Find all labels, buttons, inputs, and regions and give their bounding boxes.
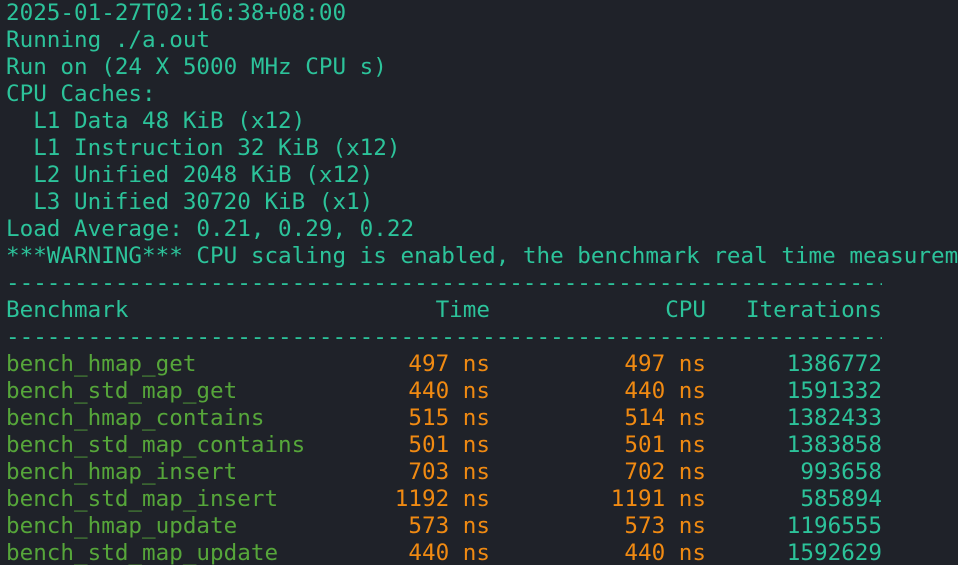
benchmark-time: 703 ns [408, 459, 490, 485]
l3-unified-line: L3 Unified 30720 KiB (x1) [6, 189, 374, 215]
benchmark-cpu: 573 ns [624, 513, 706, 539]
benchmark-name: bench_hmap_get [6, 351, 197, 377]
benchmark-iterations: 585894 [800, 486, 882, 512]
timestamp-line: 2025-01-27T02:16:38+08:00 [6, 0, 347, 26]
benchmark-cpu: 497 ns [624, 351, 706, 377]
benchmark-cpu: 440 ns [624, 540, 706, 565]
benchmark-time: 573 ns [408, 513, 490, 539]
benchmark-time: 440 ns [408, 540, 490, 565]
benchmark-time: 1192 ns [394, 486, 490, 512]
benchmark-name: bench_std_map_contains [6, 432, 306, 458]
benchmark-cpu: 514 ns [624, 405, 706, 431]
column-header-cpu: CPU [665, 297, 706, 323]
cpu-caches-line: CPU Caches: [6, 81, 156, 107]
separator-bottom: ----------------------------------------… [6, 324, 882, 350]
benchmark-cpu: 702 ns [624, 459, 706, 485]
benchmark-iterations: 1383858 [786, 432, 882, 458]
running-line: Running ./a.out [6, 27, 211, 53]
benchmark-name: bench_std_map_update [6, 540, 279, 565]
benchmark-time: 515 ns [408, 405, 490, 431]
benchmark-name: bench_hmap_update [6, 513, 238, 539]
benchmark-name: bench_hmap_insert [6, 459, 238, 485]
benchmark-cpu: 1191 ns [610, 486, 706, 512]
benchmark-iterations: 1196555 [786, 513, 882, 539]
benchmark-cpu: 501 ns [624, 432, 706, 458]
benchmark-iterations: 1591332 [786, 378, 882, 404]
load-average-line: Load Average: 0.21, 0.29, 0.22 [6, 216, 415, 242]
benchmark-iterations: 1382433 [786, 405, 882, 431]
benchmark-name: bench_std_map_get [6, 378, 238, 404]
benchmark-name: bench_hmap_contains [6, 405, 265, 431]
column-header-time: Time [435, 297, 490, 323]
benchmark-time: 440 ns [408, 378, 490, 404]
benchmark-iterations: 1592629 [786, 540, 882, 565]
l1-data-line: L1 Data 48 KiB (x12) [6, 108, 306, 134]
warning-line: ***WARNING*** CPU scaling is enabled, th… [6, 243, 958, 269]
terminal-output[interactable]: 2025-01-27T02:16:38+08:00 Running ./a.ou… [0, 0, 958, 565]
run-on-line: Run on (24 X 5000 MHz CPU s) [6, 54, 387, 80]
column-header-iterations: Iterations [745, 297, 882, 323]
benchmark-time: 501 ns [408, 432, 490, 458]
l1-instruction-line: L1 Instruction 32 KiB (x12) [6, 135, 401, 161]
separator-top: ----------------------------------------… [6, 270, 882, 296]
column-header-benchmark: Benchmark [6, 297, 129, 323]
benchmark-iterations: 993658 [800, 459, 882, 485]
l2-unified-line: L2 Unified 2048 KiB (x12) [6, 162, 374, 188]
benchmark-name: bench_std_map_insert [6, 486, 279, 512]
benchmark-time: 497 ns [408, 351, 490, 377]
benchmark-cpu: 440 ns [624, 378, 706, 404]
benchmark-iterations: 1386772 [786, 351, 882, 377]
